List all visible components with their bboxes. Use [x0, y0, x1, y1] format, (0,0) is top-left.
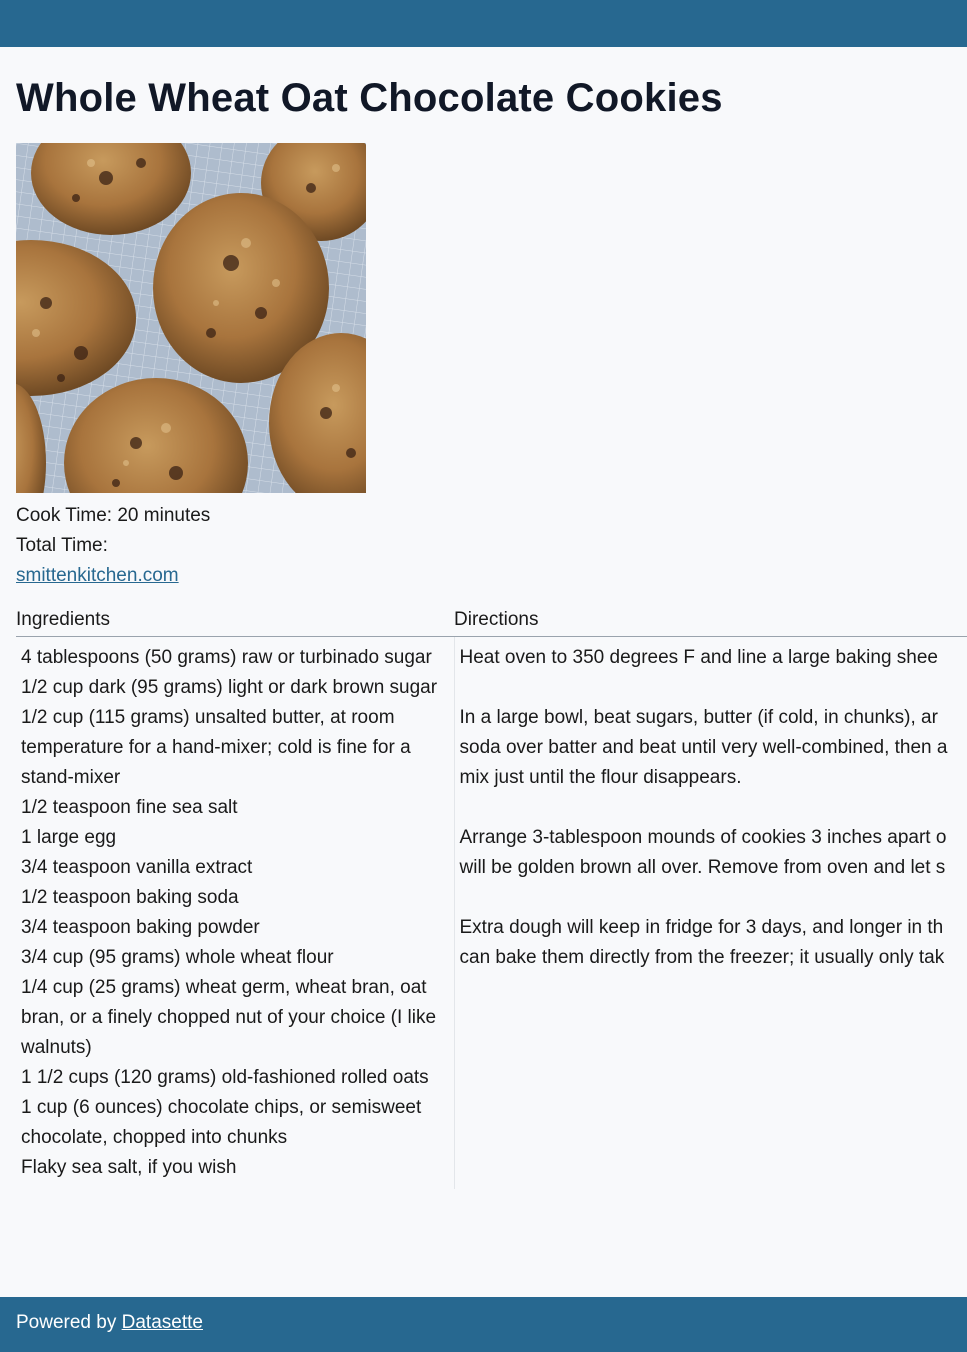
direction-line: can bake them directly from the freezer;… [459, 947, 945, 968]
direction-step: Arrange 3-tablespoon mounds of cookies 3… [460, 823, 967, 883]
ingredient-item: 1 cup (6 ounces) chocolate chips, or sem… [21, 1097, 422, 1148]
cook-time: Cook Time: 20 minutes [16, 505, 211, 526]
cookies-image [16, 143, 366, 493]
footer: Powered by Datasette [0, 1297, 967, 1352]
direction-step: Heat oven to 350 degrees F and line a la… [460, 643, 967, 673]
direction-line: mix just until the flour disappears. [459, 767, 742, 788]
ingredient-item: 1/2 cup dark (95 grams) light or dark br… [21, 677, 438, 698]
ingredient-item: 1 1/2 cups (120 grams) old-fashioned rol… [21, 1067, 429, 1088]
main-content: Whole Wheat Oat Chocolate Cookies Cook T… [16, 47, 967, 1189]
direction-line: In a large bowl, beat sugars, butter (if… [459, 707, 938, 728]
ingredient-item: 3/4 teaspoon vanilla extract [21, 857, 253, 878]
ingredient-item: 1/4 cup (25 grams) wheat germ, wheat bra… [21, 977, 437, 1058]
direction-line: soda over batter and beat until very wel… [459, 737, 948, 758]
directions-list: Heat oven to 350 degrees F and line a la… [460, 643, 967, 973]
ingredient-item: 3/4 cup (95 grams) whole wheat flour [21, 947, 334, 968]
datasette-link[interactable]: Datasette [122, 1312, 203, 1333]
recipe-photo [16, 143, 366, 493]
top-bar [0, 0, 967, 47]
ingredient-item: 1 large egg [21, 827, 117, 848]
ingredient-item: 1/2 teaspoon fine sea salt [21, 797, 238, 818]
directions-cell: Heat oven to 350 degrees F and line a la… [454, 637, 967, 1190]
direction-step: Extra dough will keep in fridge for 3 da… [460, 913, 967, 973]
total-time: Total Time: [16, 535, 108, 556]
direction-step: In a large bowl, beat sugars, butter (if… [460, 703, 967, 793]
direction-line: will be golden brown all over. Remove fr… [459, 857, 946, 878]
direction-line: Arrange 3-tablespoon mounds of cookies 3… [459, 827, 947, 848]
directions-header: Directions [454, 605, 967, 637]
ingredients-list: 4 tablespoons (50 grams) raw or turbinad… [21, 643, 449, 1183]
ingredient-item: 1/2 teaspoon baking soda [21, 887, 239, 908]
direction-line: Heat oven to 350 degrees F and line a la… [459, 647, 939, 668]
page-title: Whole Wheat Oat Chocolate Cookies [16, 76, 723, 120]
powered-by-text: Powered by [16, 1312, 117, 1333]
page: Whole Wheat Oat Chocolate Cookies Cook T… [0, 0, 967, 1352]
ingredient-item: Flaky sea salt, if you wish [21, 1157, 237, 1178]
recipe-meta: Cook Time: 20 minutes Total Time: smitte… [16, 501, 210, 591]
ingredients-cell: 4 tablespoons (50 grams) raw or turbinad… [16, 636, 455, 1189]
source-link[interactable]: smittenkitchen.com [16, 565, 179, 586]
direction-line: Extra dough will keep in fridge for 3 da… [459, 917, 944, 938]
recipe-table: Ingredients Directions 4 tablespoons (50… [16, 605, 967, 1189]
ingredient-item: 1/2 cup (115 grams) unsalted butter, at … [21, 707, 411, 788]
ingredients-header: Ingredients [16, 605, 454, 637]
ingredient-item: 4 tablespoons (50 grams) raw or turbinad… [21, 647, 432, 668]
ingredient-item: 3/4 teaspoon baking powder [21, 917, 260, 938]
